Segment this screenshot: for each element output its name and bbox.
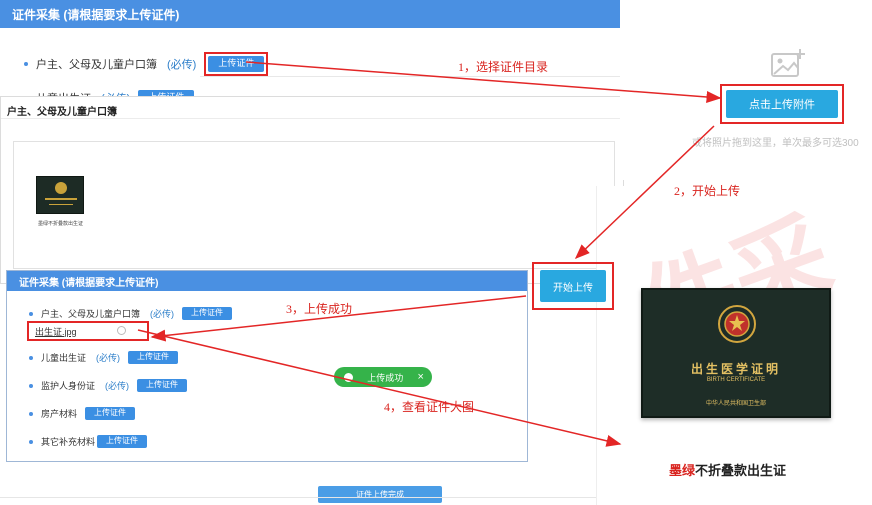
certificate-thumbnail[interactable] <box>36 176 84 214</box>
click-upload-attachment-button[interactable]: 点击上传附件 <box>726 90 838 118</box>
divider <box>0 497 596 498</box>
required-tag: (必传) <box>167 58 197 71</box>
certificate-preview: 件采 出生医学证明 BIRTH CERTIFICATE 中华人民共和国卫生部 墨… <box>596 186 872 505</box>
row-guardian-id: 监护人身份证 (必传) 上传证件 <box>29 379 188 392</box>
caption-highlight: 墨绿 <box>669 463 696 478</box>
upload-certificate-button[interactable]: 上传证件 <box>208 56 265 72</box>
upload-complete-button[interactable]: 证件上传完成 <box>318 486 442 503</box>
modal-title: 户主、父母及儿童户口簿 <box>1 97 623 119</box>
certificate-issuer: 中华人民共和国卫生部 <box>705 401 766 407</box>
row-household-register: 户主、父母及儿童户口簿 (必传) 上传证件 <box>29 307 233 320</box>
bullet-dot <box>29 439 33 444</box>
check-icon <box>344 372 353 382</box>
toast-text: 上传成功 <box>367 372 404 383</box>
close-icon[interactable]: × <box>418 371 424 383</box>
caption-text: 不折叠款出生证 <box>695 463 787 478</box>
thumbnail-area: 墨绿不折叠款出生证 <box>13 141 615 269</box>
upload-area: 点击上传附件 或将照片拖到这里，单次最多可选300 <box>620 0 872 180</box>
annotation-step-1: 1，选择证件目录 <box>458 60 549 74</box>
bullet-dot <box>29 411 33 416</box>
bullet-dot <box>29 383 33 388</box>
certificate-form-success: 证件采集 (请根据要求上传证件) 户主、父母及儿童户口簿 (必传) 上传证件 出… <box>6 270 528 462</box>
row-label: 儿童出生证 <box>41 353 87 363</box>
upload-certificate-button[interactable]: 上传证件 <box>97 435 148 448</box>
highlight-box: 上传证件 <box>204 52 269 76</box>
emblem-icon <box>55 182 67 194</box>
row-household-register: 户主、父母及儿童户口簿 (必传) 上传证件 <box>24 52 269 76</box>
preview-caption: 墨绿不折叠款出生证 <box>669 460 786 479</box>
certificate-title: 出生医学证明 <box>690 362 781 376</box>
row-birth-certificate: 儿童出生证 (必传) 上传证件 <box>29 351 179 364</box>
row-label: 其它补充材料 <box>41 437 96 447</box>
row-label: 房产材料 <box>41 409 78 419</box>
drag-hint: 或将照片拖到这里，单次最多可选300 <box>692 138 859 149</box>
upload-certificate-button[interactable]: 上传证件 <box>128 351 179 364</box>
row-label: 户主、父母及儿童户口簿 <box>41 309 141 319</box>
required-tag: (必传) <box>150 309 175 319</box>
row-other-material: 其它补充材料 上传证件 <box>29 435 148 448</box>
remove-file-icon[interactable] <box>117 326 126 335</box>
upload-certificate-button[interactable]: 上传证件 <box>182 307 233 320</box>
annotation-step-4: 4，查看证件大图 <box>384 400 475 414</box>
uploaded-file-chip[interactable]: 出生证.jpg <box>27 321 149 341</box>
required-tag: (必传) <box>96 353 121 363</box>
highlight-box: 点击上传附件 <box>720 84 844 124</box>
upload-modal: 户主、父母及儿童户口簿 墨绿不折叠款出生证 <box>0 96 624 284</box>
national-emblem-icon <box>718 305 756 343</box>
upload-certificate-button[interactable]: 上传证件 <box>85 407 136 420</box>
bullet-dot <box>29 311 33 316</box>
thumbnail-caption: 墨绿不折叠款出生证 <box>38 221 84 227</box>
bullet-dot <box>29 355 33 360</box>
row-label: 户主、父母及儿童户口簿 <box>36 58 157 71</box>
highlight-box: 开始上传 <box>532 262 614 310</box>
form-header: 证件采集 (请根据要求上传证件) <box>0 0 623 28</box>
annotation-step-2: 2，开始上传 <box>674 184 741 198</box>
certificate-large-image[interactable]: 出生医学证明 BIRTH CERTIFICATE 中华人民共和国卫生部 <box>641 288 831 418</box>
row-property-material: 房产材料 上传证件 <box>29 407 136 420</box>
annotation-step-3: 3，上传成功 <box>286 302 353 316</box>
start-upload-button[interactable]: 开始上传 <box>540 270 606 302</box>
bullet-dot <box>24 61 28 66</box>
required-tag: (必传) <box>105 381 130 391</box>
upload-certificate-button[interactable]: 上传证件 <box>137 379 188 392</box>
row-label: 监护人身份证 <box>41 381 96 391</box>
form-header: 证件采集 (请根据要求上传证件) <box>7 271 527 291</box>
uploaded-file-name[interactable]: 出生证.jpg <box>35 325 77 338</box>
upload-success-toast: 上传成功 × <box>334 367 432 387</box>
certificate-subtitle: BIRTH CERTIFICATE <box>706 377 766 383</box>
add-image-icon <box>771 49 805 77</box>
divider <box>200 76 624 77</box>
